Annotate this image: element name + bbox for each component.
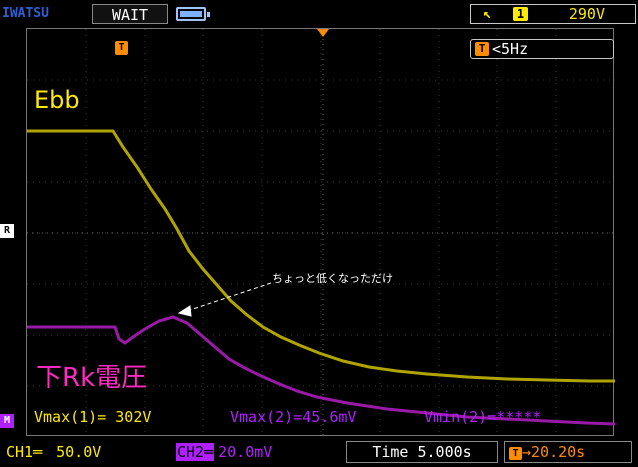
ch1-label: Ebb [34,86,80,114]
trigger-freq-icon: T [475,42,489,56]
acquisition-status: WAIT [92,4,168,24]
frequency-value: <5Hz [492,40,529,58]
top-status-bar: IWATSU WAIT ↖ 1 290V [0,0,638,28]
bottom-status-bar: CH1═ 50.0V CH2═ 20.0mV Time 5.000s T →20.20… [0,437,638,467]
trigger-settings[interactable]: ↖ 1 290V [470,4,636,24]
ch2-tag: CH2═ [176,443,215,461]
ch2-ground-marker-icon: M [0,414,14,428]
ch1-trace [27,129,615,383]
trigger-slope-icon: ↖ [483,6,492,22]
ch1-volts-div: 50.0V [56,443,102,461]
trigger-marker-icon: T [115,41,128,55]
trigger-position[interactable]: T →20.20s [504,441,632,463]
annotation-arrow-icon [177,282,272,317]
ch2-label: 下Rk電圧 [36,363,148,393]
measurement-vmin-ch2: Vmin(2)=***** [424,408,542,426]
measurement-vmax-ch1: Vmax(1)= 302V [34,408,152,426]
trigger-pos-icon: T [509,447,522,460]
frequency-counter: T <5Hz [470,39,614,59]
ch1-scale[interactable]: CH1═ 50.0V [6,442,101,462]
battery-icon [176,7,210,21]
trigger-level: 290V [568,5,605,23]
ch2-volts-div: 20.0mV [218,443,273,461]
brand-label: IWATSU [2,6,49,21]
trigger-channel-badge: 1 [513,7,528,21]
annotation-text: ちょっと低くなっただけ [272,272,393,285]
timebase[interactable]: Time 5.000s [346,441,498,463]
trigger-position-marker-icon [317,29,329,37]
reference-marker-icon: R [0,224,14,238]
ch1-tag: CH1═ [6,443,43,461]
ch2-scale[interactable]: CH2═ 20.0mV [176,442,272,462]
trigger-pos-value: →20.20s [522,443,586,461]
measurement-vmax-ch2: Vmax(2)=45.6mV [230,408,357,426]
